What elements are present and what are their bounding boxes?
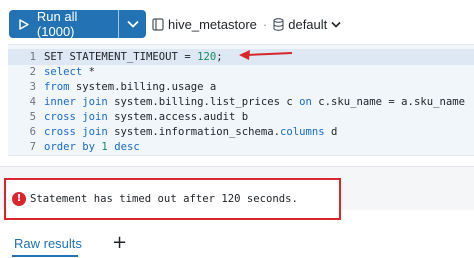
line-number: 7 xyxy=(29,141,36,153)
code-token: system.information_schema. xyxy=(107,126,280,138)
run-all-button[interactable]: Run all (1000) xyxy=(9,9,146,39)
line-number: 4 xyxy=(29,96,36,108)
line-number: 1 xyxy=(29,51,36,63)
code-token: 120 xyxy=(197,51,217,63)
code-text: from system.billing.usage a xyxy=(44,79,216,95)
chevron-down-icon xyxy=(126,20,139,28)
active-tab-indicator xyxy=(12,255,78,257)
annotation-arrow xyxy=(239,50,293,60)
play-icon xyxy=(19,18,29,30)
code-token: from xyxy=(44,81,70,93)
tab-raw-results[interactable]: Raw results xyxy=(14,236,82,251)
code-token: system.billing.usage a xyxy=(69,81,217,93)
run-all-label: Run all (1000) xyxy=(36,9,78,39)
error-icon: ! xyxy=(12,192,26,206)
code-text: cross join system.information_schema.col… xyxy=(44,124,337,140)
code-token: desc xyxy=(114,141,140,153)
line-number: 2 xyxy=(29,66,36,78)
code-token: ; xyxy=(216,51,223,63)
line-number: 6 xyxy=(29,126,36,138)
error-message: Statement has timed out after 120 second… xyxy=(30,193,298,205)
catalog-schema-selector[interactable]: hive_metastore · default xyxy=(152,10,341,38)
database-icon xyxy=(273,17,284,31)
code-line[interactable]: 3 from system.billing.usage a xyxy=(8,79,474,95)
code-text: select * xyxy=(44,64,95,80)
run-button-divider xyxy=(118,10,119,38)
code-token: columns xyxy=(280,126,325,138)
code-text: inner join system.billing.list_prices c … xyxy=(44,94,465,110)
code-token: inner join xyxy=(44,96,108,108)
code-token: cross join xyxy=(44,126,108,138)
line-number: 3 xyxy=(29,81,36,93)
catalog-icon xyxy=(152,17,164,31)
code-token: system.access.audit b xyxy=(107,111,249,123)
line-number: 5 xyxy=(29,111,36,123)
catalog-name: hive_metastore xyxy=(168,16,257,32)
code-token: * xyxy=(82,66,96,78)
code-text: SET STATEMENT_TIMEOUT = 120; xyxy=(44,49,223,65)
code-token: cross join xyxy=(44,111,108,123)
code-line[interactable]: 2 select * xyxy=(8,64,474,80)
code-line[interactable]: 4 inner join system.billing.list_prices c… xyxy=(8,94,474,110)
schema-name: default xyxy=(288,16,328,32)
code-line[interactable]: 7 order by 1 desc xyxy=(8,139,474,155)
run-options-dropdown[interactable] xyxy=(119,10,146,38)
code-token: c.sku_name = a.sku_name xyxy=(311,96,465,108)
chevron-down-icon xyxy=(331,21,341,28)
code-token: d xyxy=(324,126,338,138)
add-visualization-button[interactable]: + xyxy=(112,232,127,253)
code-line[interactable]: 5 cross join system.access.audit b xyxy=(8,109,474,125)
error-message-box: ! Statement has timed out after 120 seco… xyxy=(4,178,341,220)
code-token: on xyxy=(299,96,312,108)
code-token: select xyxy=(44,66,83,78)
code-line[interactable]: 6 cross join system.information_schema.co… xyxy=(8,124,474,140)
code-text: order by 1 desc xyxy=(44,139,140,155)
code-token: order by xyxy=(44,141,96,153)
code-token: system.billing.list_prices c xyxy=(107,96,300,108)
separator-dot: · xyxy=(262,16,268,32)
code-token: SET STATEMENT_TIMEOUT = xyxy=(44,51,198,63)
run-all-main[interactable]: Run all (1000) xyxy=(9,9,118,39)
code-text: cross join system.access.audit b xyxy=(44,109,248,125)
